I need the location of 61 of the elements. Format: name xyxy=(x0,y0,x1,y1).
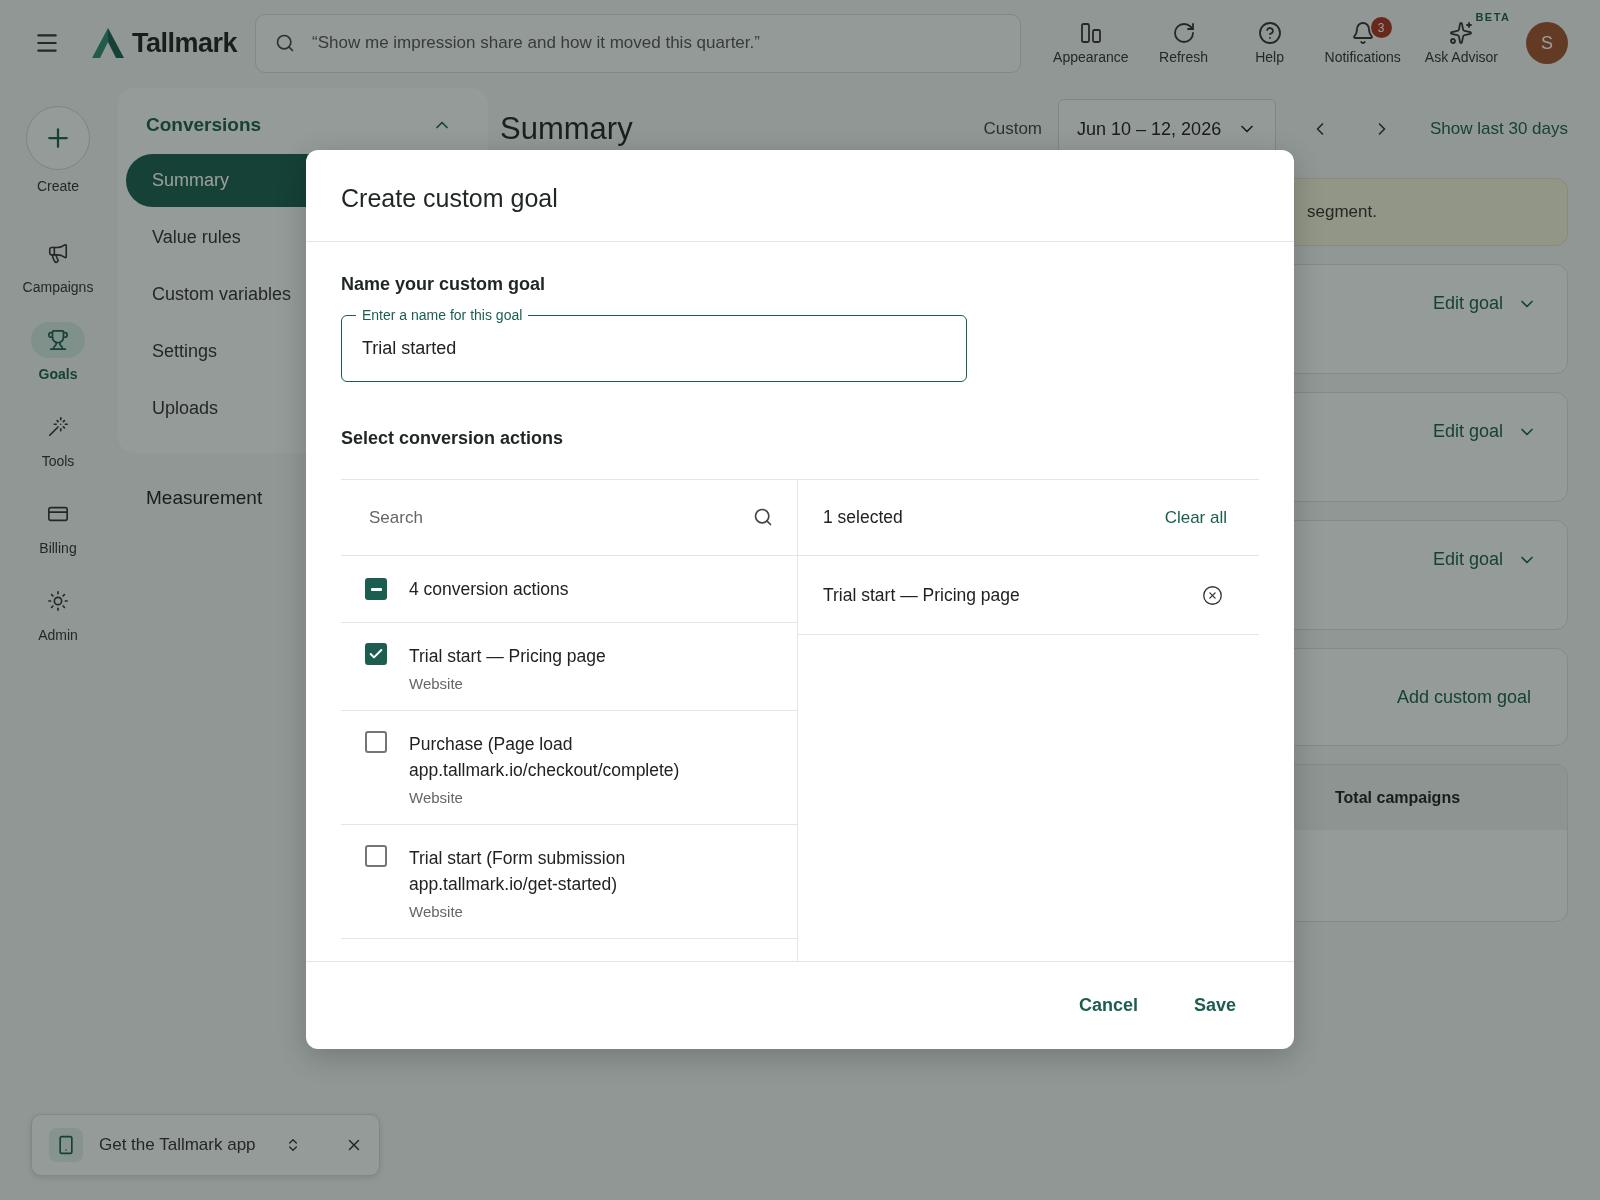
banner-text: Get the Tallmark app xyxy=(99,1135,257,1155)
minus-icon xyxy=(370,587,382,591)
toolbar-button[interactable]: Refresh xyxy=(1142,17,1225,69)
rail-item[interactable]: Campaigns xyxy=(22,235,94,295)
page-title: Summary xyxy=(500,111,634,147)
checkbox[interactable] xyxy=(365,845,387,867)
toolbar-button[interactable]: Help xyxy=(1228,17,1311,69)
notification-badge: 3 xyxy=(1370,17,1392,38)
rail-item[interactable]: Tools xyxy=(31,409,85,469)
megaphone-icon xyxy=(47,242,69,264)
clear-all-link[interactable]: Clear all xyxy=(1164,507,1227,528)
field-label: Enter a name for this goal xyxy=(361,307,524,323)
logo-icon xyxy=(92,28,124,58)
dialog-button[interactable]: Save xyxy=(1175,985,1254,1026)
help-icon xyxy=(1257,21,1282,45)
toolbar-button[interactable]: 3 Notifications xyxy=(1314,17,1411,69)
checkbox[interactable] xyxy=(365,643,387,665)
brand-name: Tallmark xyxy=(132,27,238,59)
refresh-icon xyxy=(1171,21,1196,45)
sun-icon xyxy=(47,590,69,612)
action-source: Website xyxy=(409,675,464,692)
sparkles-icon xyxy=(1449,21,1474,45)
goal-name-field[interactable]: Enter a name for this goal Trial started xyxy=(341,307,967,382)
rail-item[interactable]: Create xyxy=(26,106,90,194)
selected-count: 1 selected xyxy=(823,507,903,528)
section-header[interactable]: Conversions xyxy=(126,106,472,144)
phone-icon xyxy=(49,1128,83,1162)
action-source: Website xyxy=(409,789,464,806)
beta-tag: BETA xyxy=(1475,11,1511,23)
wand-icon xyxy=(47,416,69,438)
search-icon xyxy=(753,507,773,527)
add-custom-goal-button[interactable]: Add custom goal xyxy=(1396,686,1531,708)
action-label: Trial start — Pricing page xyxy=(409,645,606,668)
notice-text: segment. xyxy=(1307,202,1377,222)
section-heading: Select conversion actions xyxy=(341,428,565,449)
selected-action: Trial start — Pricing page xyxy=(823,584,1020,607)
select-all-label: 4 conversion actions xyxy=(409,578,569,601)
checkbox[interactable] xyxy=(365,578,387,600)
search-field[interactable]: “Show me impression share and how it moved this quarter.” xyxy=(255,13,1022,73)
rail-item[interactable]: Admin xyxy=(31,583,85,643)
goal-name-input[interactable]: Trial started xyxy=(342,323,966,381)
columns-icon xyxy=(1078,21,1103,45)
search-icon xyxy=(275,32,296,53)
action-label: Trial start (Form submission app.tallmark.io/get-started) xyxy=(409,847,627,896)
checkbox[interactable] xyxy=(365,731,387,753)
edit-goal-button[interactable]: Edit goal xyxy=(1432,421,1537,442)
column-header: Total campaigns xyxy=(1335,788,1461,807)
section-heading: Name your custom goal xyxy=(341,274,547,295)
rail-item[interactable]: Billing xyxy=(31,496,85,556)
edit-goal-button[interactable]: Edit goal xyxy=(1432,293,1537,314)
avatar[interactable]: S xyxy=(1526,22,1568,64)
trophy-icon xyxy=(47,329,69,351)
toolbar-button[interactable]: Appearance xyxy=(1043,17,1139,69)
range-label: Custom xyxy=(983,119,1043,139)
edit-goal-button[interactable]: Edit goal xyxy=(1432,549,1537,570)
action-label: Purchase (Page load app.tallmark.io/checkout/complete) xyxy=(409,733,681,782)
bell-icon xyxy=(1350,21,1375,45)
dialog-button[interactable]: Cancel xyxy=(1060,985,1156,1026)
dialog-title: Create custom goal xyxy=(306,150,1294,242)
action-source: Website xyxy=(409,903,464,920)
show-last-30-days-link[interactable]: Show last 30 days xyxy=(1430,119,1568,139)
